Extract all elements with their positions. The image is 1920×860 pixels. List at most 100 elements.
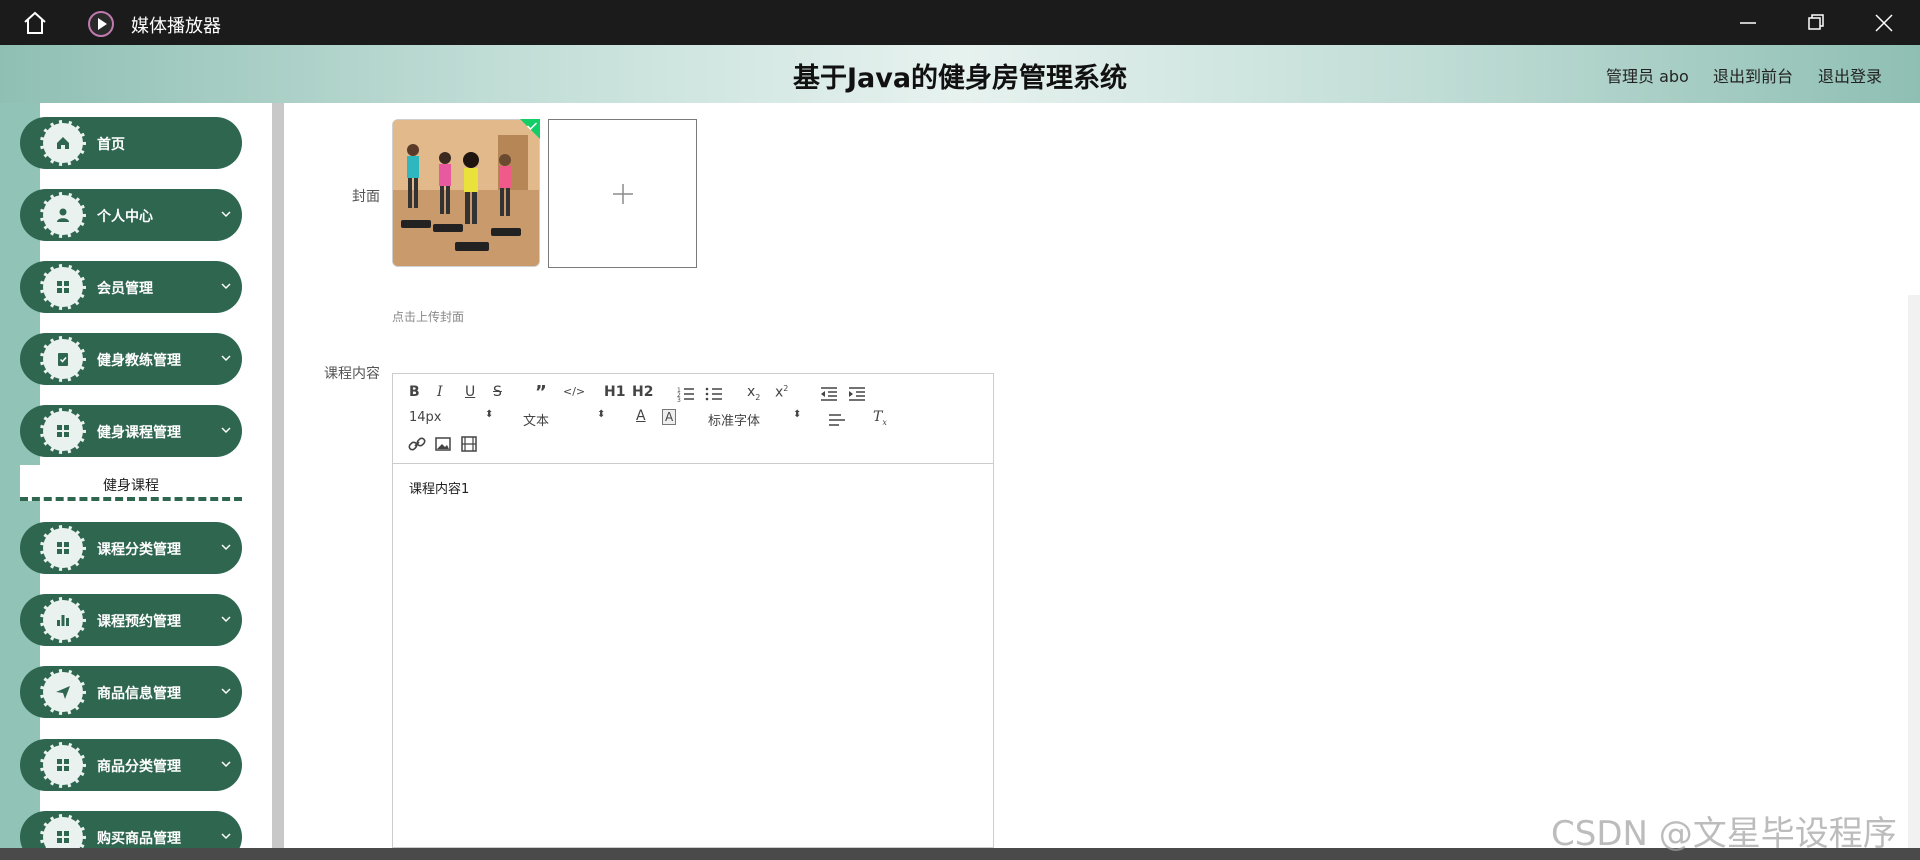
- chevron-updown-icon: ⬍: [597, 409, 606, 420]
- subscript-button[interactable]: x2: [747, 384, 760, 402]
- rich-text-editor: B I U S ” </> H1 H2 123 x2 x2 14px ⬍ 文本 …: [392, 373, 994, 848]
- sidebar-subitem-label: 健身课程: [103, 478, 159, 494]
- strikethrough-button[interactable]: S: [493, 384, 502, 400]
- outdent-icon[interactable]: [819, 384, 839, 404]
- main-scrollbar[interactable]: [1908, 295, 1920, 848]
- grid-icon: [57, 281, 69, 293]
- sidebar-item-label: 健身教练管理: [97, 353, 181, 369]
- link-icon[interactable]: [407, 434, 427, 454]
- bullet-list-icon[interactable]: [704, 384, 724, 404]
- font-size-select[interactable]: 14px: [409, 410, 442, 425]
- nav-icon-circle: [40, 192, 86, 238]
- code-block-button[interactable]: </>: [563, 385, 585, 398]
- clear-format-button[interactable]: Tx: [873, 409, 887, 427]
- logout-link[interactable]: 退出登录: [1818, 63, 1882, 87]
- chevron-updown-icon: ⬍: [793, 409, 802, 420]
- grid-icon: [57, 425, 69, 437]
- font-family-select[interactable]: 标准字体: [708, 410, 760, 429]
- sidebar-item-product-info-management[interactable]: 商品信息管理: [20, 666, 242, 718]
- check-icon: [526, 122, 538, 131]
- sidebar-item-label: 商品分类管理: [97, 759, 181, 775]
- grid-icon: [57, 542, 69, 554]
- heading2-button[interactable]: H2: [632, 384, 653, 400]
- course-content-label: 课程内容: [324, 366, 380, 382]
- sidebar-item-label: 首页: [97, 137, 125, 153]
- align-left-icon[interactable]: [827, 410, 847, 430]
- sidebar-item-course-category-management[interactable]: 课程分类管理: [20, 522, 242, 574]
- send-icon: [56, 686, 70, 699]
- watermark: CSDN @文星毕设程序: [1551, 814, 1897, 854]
- chevron-down-icon: [221, 355, 231, 362]
- sidebar-item-label: 课程预约管理: [97, 614, 181, 630]
- editor-content[interactable]: 课程内容1: [409, 478, 469, 497]
- nav-icon-circle: [40, 408, 86, 454]
- font-color-button[interactable]: A: [636, 408, 646, 424]
- chevron-updown-icon: ⬍: [485, 409, 494, 420]
- sidebar-item-label: 购买商品管理: [97, 831, 181, 847]
- grid-icon: [57, 831, 69, 843]
- sidebar-item-label: 商品信息管理: [97, 686, 181, 702]
- editor-toolbar: B I U S ” </> H1 H2 123 x2 x2 14px ⬍ 文本 …: [393, 374, 993, 464]
- svg-text:3: 3: [677, 397, 681, 404]
- restore-icon[interactable]: [1804, 12, 1828, 34]
- ordered-list-icon[interactable]: 123: [676, 384, 696, 404]
- chevron-down-icon: [221, 283, 231, 290]
- window-title: 媒体播放器: [131, 16, 221, 37]
- blockquote-button[interactable]: ”: [535, 382, 547, 403]
- window-titlebar: 媒体播放器: [0, 0, 1920, 45]
- video-icon[interactable]: [459, 434, 479, 454]
- home-icon: [57, 137, 69, 149]
- chevron-down-icon: [221, 761, 231, 768]
- indent-icon[interactable]: [847, 384, 867, 404]
- background-color-button[interactable]: A: [662, 409, 677, 425]
- admin-user-label: 管理员 abo: [1606, 67, 1689, 86]
- sidebar-subitem-fitness-course[interactable]: 健身课程: [20, 465, 242, 501]
- sidebar-item-course-management[interactable]: 健身课程管理: [20, 405, 242, 457]
- cover-upload-button[interactable]: [548, 119, 697, 268]
- app-header: 基于Java的健身房管理系统 管理员 abo 退出到前台 退出登录: [0, 45, 1920, 103]
- bar-chart-icon: [57, 615, 69, 626]
- nav-icon-circle: [40, 597, 86, 643]
- fitness-class-photo: [393, 120, 539, 266]
- cover-image-thumbnail[interactable]: [392, 119, 540, 267]
- bold-button[interactable]: B: [409, 384, 420, 400]
- underline-button[interactable]: U: [465, 384, 475, 400]
- chevron-down-icon: [221, 544, 231, 551]
- sidebar-item-coach-management[interactable]: 健身教练管理: [20, 333, 242, 385]
- media-player-icon: [88, 11, 114, 37]
- nav-icon-circle: [40, 742, 86, 788]
- nav-icon-circle: [40, 336, 86, 382]
- exit-to-front-link[interactable]: 退出到前台: [1713, 63, 1793, 87]
- clipboard-check-icon: [58, 353, 68, 366]
- close-icon[interactable]: [1872, 12, 1896, 34]
- sidebar-item-label: 个人中心: [97, 209, 153, 225]
- sidebar-item-product-category-management[interactable]: 商品分类管理: [20, 739, 242, 791]
- plus-icon: [613, 184, 633, 204]
- paragraph-select[interactable]: 文本: [523, 410, 549, 429]
- minimize-icon[interactable]: [1736, 12, 1760, 34]
- nav-icon-circle: [40, 525, 86, 571]
- sidebar-item-booking-management[interactable]: 课程预约管理: [20, 594, 242, 646]
- user-icon: [57, 208, 69, 222]
- italic-button[interactable]: I: [437, 384, 443, 400]
- nav-icon-circle: [40, 669, 86, 715]
- home-icon[interactable]: [22, 11, 48, 35]
- nav-icon-circle: [40, 120, 86, 166]
- grid-icon: [57, 759, 69, 771]
- sidebar-item-personal-center[interactable]: 个人中心: [20, 189, 242, 241]
- chevron-down-icon: [221, 688, 231, 695]
- cover-label: 封面: [352, 189, 380, 205]
- cover-upload-hint: 点击上传封面: [392, 310, 465, 324]
- image-icon[interactable]: [433, 434, 453, 454]
- chevron-down-icon: [221, 211, 231, 218]
- nav-icon-circle: [40, 264, 86, 310]
- sidebar-item-label: 课程分类管理: [97, 542, 181, 558]
- sidebar-item-home[interactable]: 首页: [20, 117, 242, 169]
- chevron-down-icon: [221, 833, 231, 840]
- chevron-down-icon: [221, 427, 231, 434]
- heading1-button[interactable]: H1: [604, 384, 625, 400]
- sidebar-item-label: 会员管理: [97, 281, 153, 297]
- sidebar-scrollbar[interactable]: [272, 103, 284, 860]
- superscript-button[interactable]: x2: [775, 384, 788, 401]
- sidebar-item-member-management[interactable]: 会员管理: [20, 261, 242, 313]
